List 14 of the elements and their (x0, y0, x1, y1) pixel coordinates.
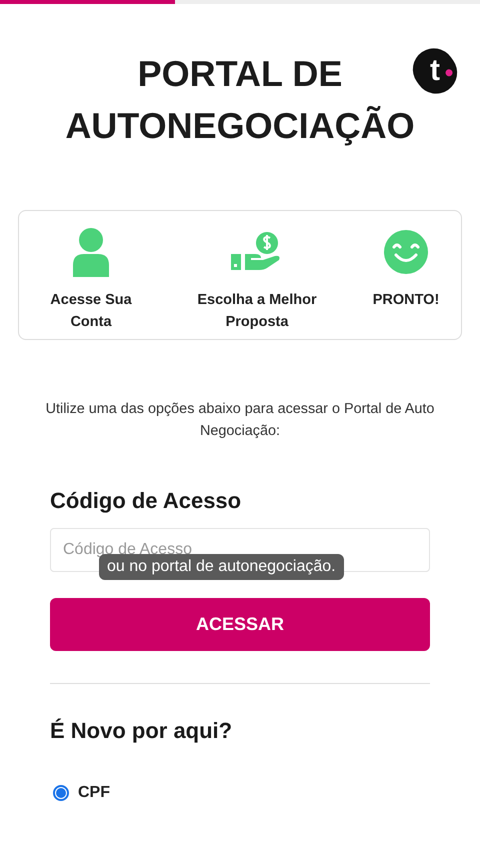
step-label: Acesse Sua Conta (49, 291, 133, 332)
section-heading: É Novo por aqui? (50, 717, 234, 745)
section-heading: Código de Acesso (50, 487, 242, 515)
video-caption: ou no portal de autonegociação. (99, 554, 344, 580)
instruction-text: Utilize uma das opções abaixo para acessar o Portal de Auto Negociação: (44, 400, 436, 441)
step-label: Escolha a Melhor Proposta (196, 291, 318, 332)
radio-label: CPF (78, 784, 110, 802)
radio-button[interactable] (53, 785, 69, 801)
smiley-icon (384, 230, 428, 274)
page-title: AUTONEGOCIAÇÃO (65, 104, 415, 148)
person-icon (71, 227, 111, 277)
step-label: PRONTO! (372, 291, 440, 310)
access-button[interactable]: ACESSAR (50, 598, 430, 651)
page-title: PORTAL DE (138, 52, 342, 96)
